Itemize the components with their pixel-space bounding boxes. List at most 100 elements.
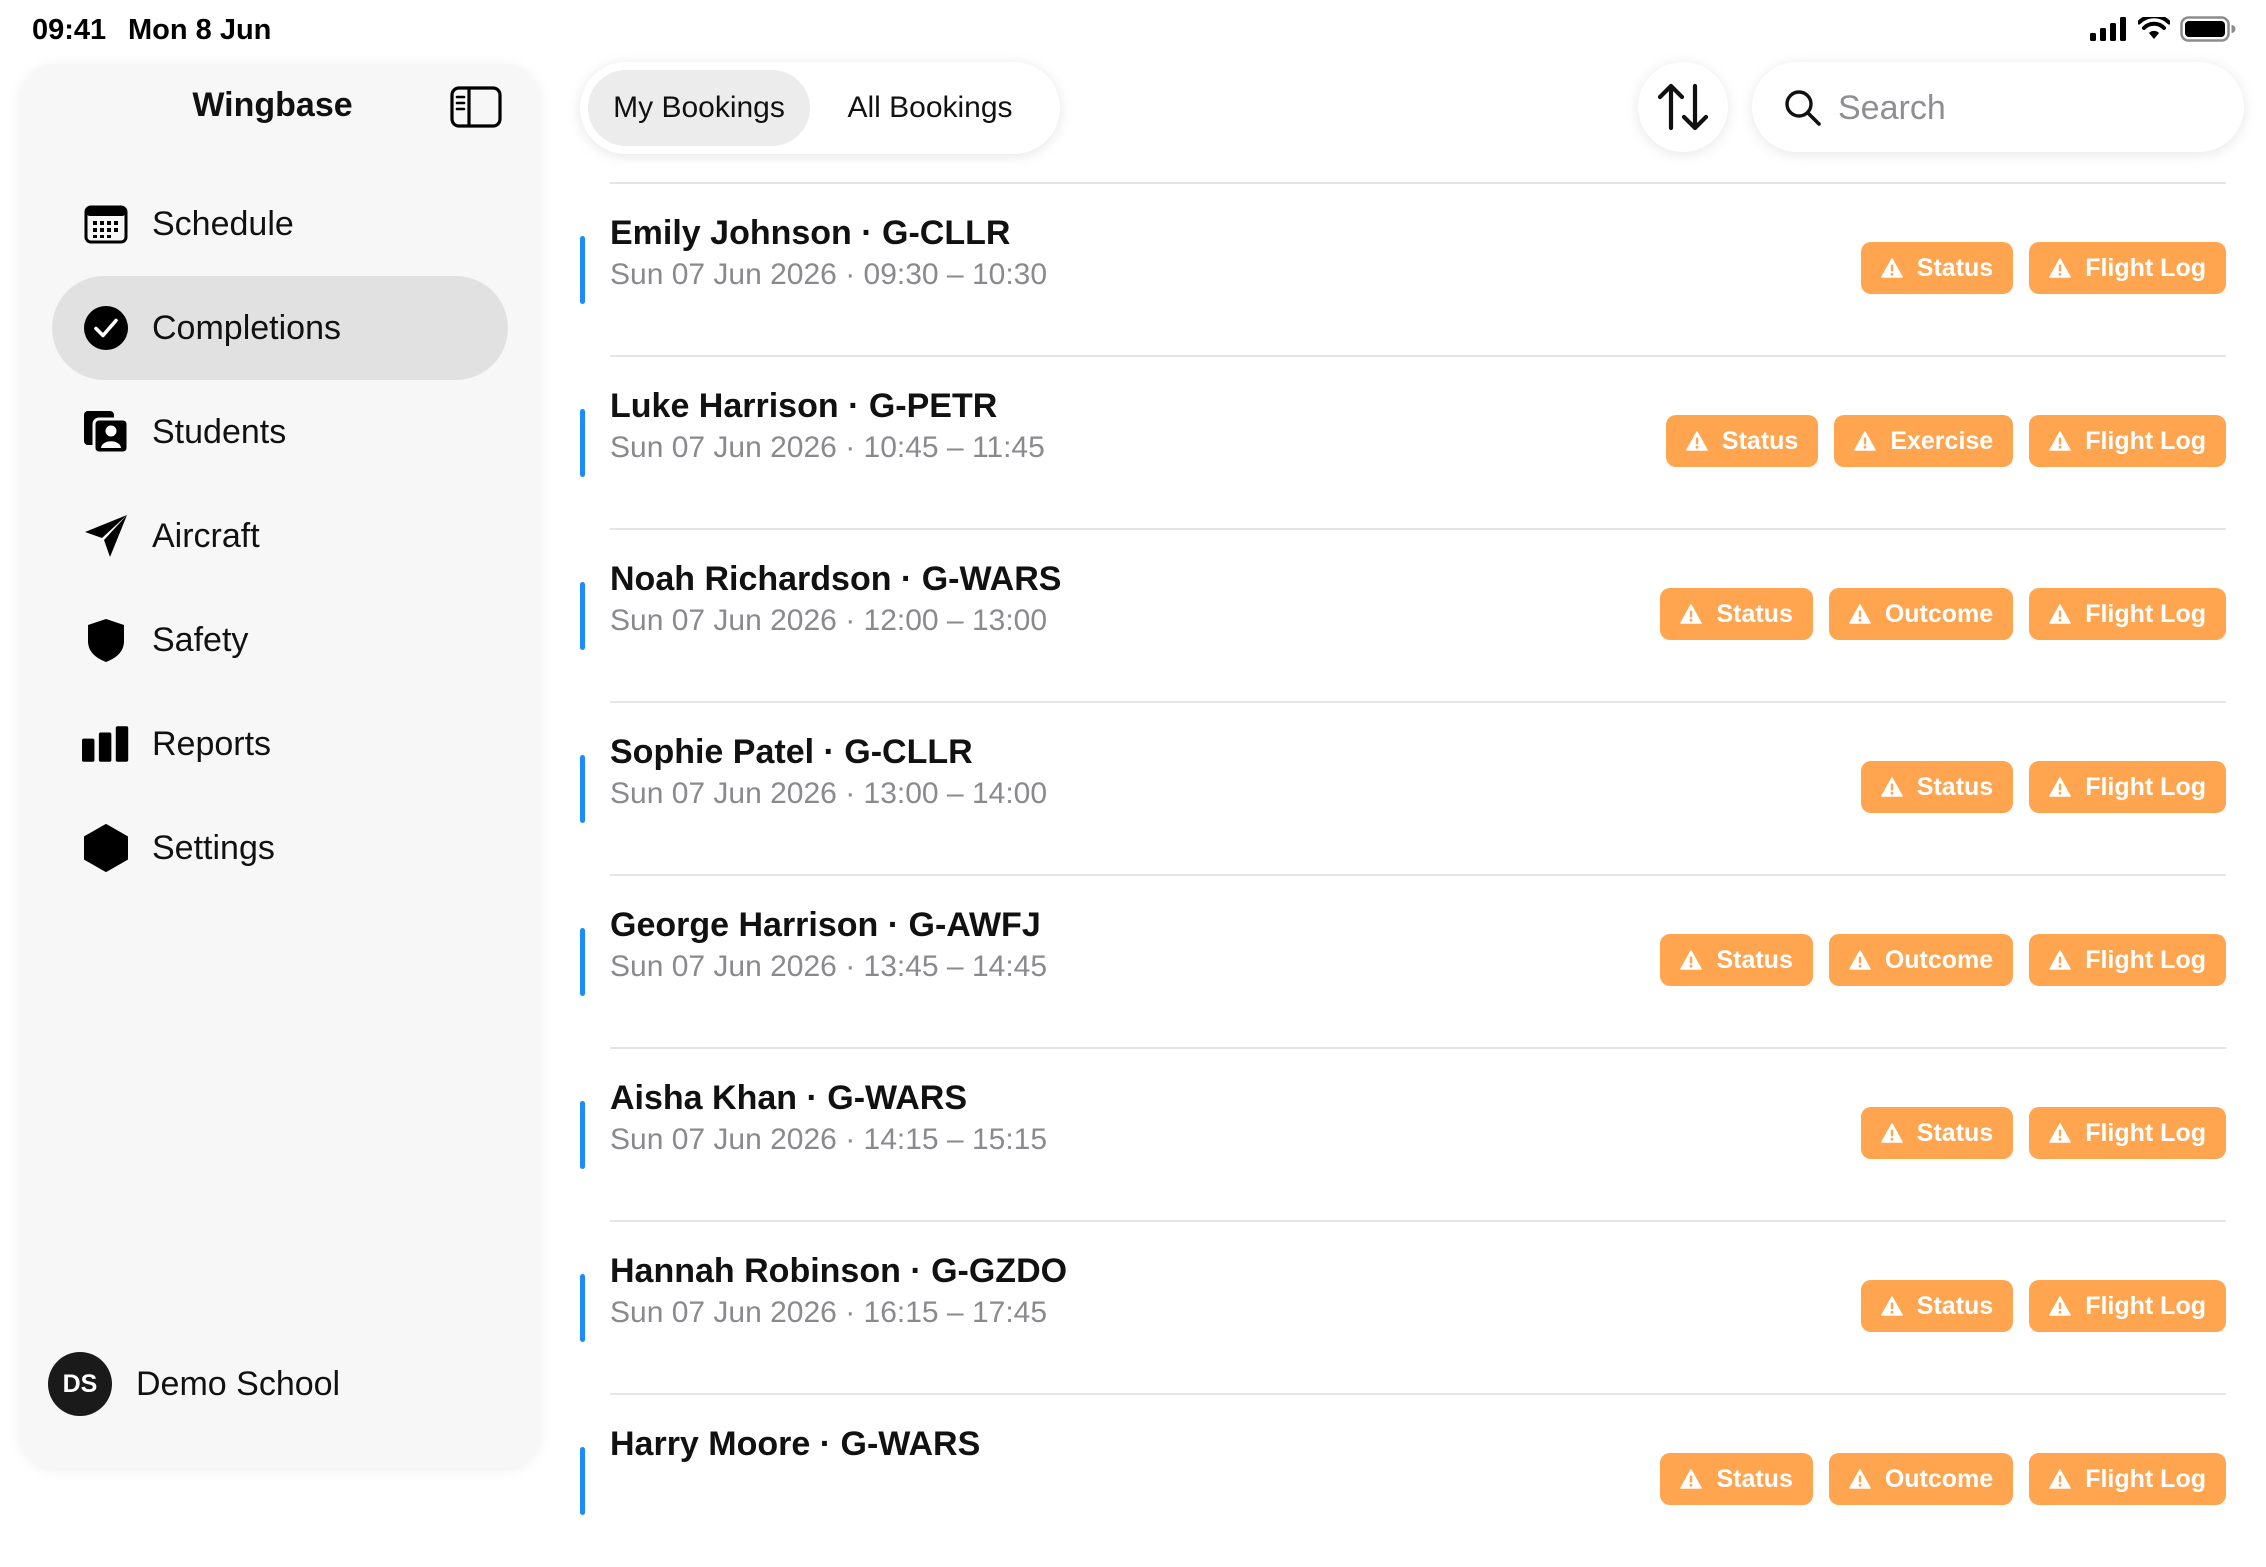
sidebar-item-safety[interactable]: Safety [52,588,508,692]
badge-label: Exercise [1890,426,1994,455]
badge-label: Status [1916,772,1994,801]
booking-subtitle: Sun 07 Jun 2026 · 13:00 – 14:00 [610,777,1048,810]
booking-badges: Status Outcome Flight Log [1660,934,2226,986]
search-icon [1785,90,1821,126]
tab-all-bookings[interactable]: All Bookings [816,70,1044,146]
booking-badges: Status Flight Log [1860,761,2226,813]
warning-badge-outcome[interactable]: Outcome [1828,1453,2014,1505]
sidebar-item-aircraft[interactable]: Aircraft [52,484,508,588]
warning-badge-status[interactable]: Status [1860,1280,2014,1332]
booking-title: Noah Richardson · G-WARS [610,560,1062,598]
badge-label: Flight Log [2085,1464,2206,1493]
sidebar-item-settings[interactable]: Settings [52,796,508,900]
badge-label: Status [1916,1291,1994,1320]
profile-name: Demo School [136,1364,341,1403]
badge-label: Outcome [1884,1464,1994,1493]
warning-badge-outcome[interactable]: Outcome [1828,588,2014,640]
booking-row[interactable]: Aisha Khan · G-WARS Sun 07 Jun 2026 · 14:… [580,1049,2226,1221]
booking-accent-bar [580,928,585,996]
badge-label: Outcome [1884,599,1994,628]
tab-my-bookings[interactable]: My Bookings [588,70,810,146]
badge-label: Flight Log [2085,599,2206,628]
warning-badge-outcome[interactable]: Outcome [1828,934,2014,986]
sidebar-item-schedule[interactable]: Schedule [52,172,508,276]
warning-triangle-icon [2049,431,2071,451]
booking-title: Aisha Khan · G-WARS [610,1079,968,1117]
status-date: Mon 8 Jun [128,14,272,46]
warning-badge-flight-log[interactable]: Flight Log [2029,415,2226,467]
warning-badge-status[interactable]: Status [1860,1107,2014,1159]
booking-title: Hannah Robinson · G-GZDO [610,1252,1068,1290]
paperplane-icon [82,512,130,560]
students-icon [82,408,130,456]
warning-triangle-icon [1849,1469,1871,1489]
sidebar-item-reports[interactable]: Reports [52,692,508,796]
warning-triangle-icon [2049,1469,2071,1489]
warning-badge-status[interactable]: Status [1860,761,2014,813]
booking-title: George Harrison · G-AWFJ [610,906,1041,944]
booking-row[interactable]: Noah Richardson · G-WARS Sun 07 Jun 2026 … [580,530,2226,702]
warning-triangle-icon [1854,431,1877,451]
sidebar-toggle-icon [450,86,502,128]
warning-badge-flight-log[interactable]: Flight Log [2029,1453,2226,1505]
badge-label: Flight Log [2085,253,2206,282]
sort-arrows-icon [1657,83,1709,131]
warning-triangle-icon [2049,950,2071,970]
profile[interactable]: DS Demo School [48,1352,340,1416]
booking-subtitle: Sun 07 Jun 2026 · 16:15 – 17:45 [610,1296,1048,1329]
booking-accent-bar [580,1274,585,1342]
badge-label: Outcome [1884,945,1994,974]
warning-triangle-icon [2049,777,2071,797]
booking-row[interactable]: Luke Harrison · G-PETR Sun 07 Jun 2026 · … [580,357,2226,529]
warning-badge-status[interactable]: Status [1860,242,2014,294]
warning-triangle-icon [2049,1123,2071,1143]
sidebar-item-label: Completions [152,308,341,347]
warning-badge-status[interactable]: Status [1660,1453,1813,1505]
warning-triangle-icon [1686,431,1708,451]
hexagon-icon [82,824,130,872]
warning-triangle-icon [1881,777,1903,797]
warning-badge-status[interactable]: Status [1660,588,1813,640]
warning-triangle-icon [2049,258,2071,278]
booking-row[interactable]: George Harrison · G-AWFJ Sun 07 Jun 2026 … [580,876,2226,1048]
sort-button[interactable] [1638,62,1728,152]
sidebar-item-completions[interactable]: Completions [52,276,508,380]
warning-triangle-icon [2049,604,2071,624]
booking-row[interactable]: Emily Johnson · G-CLLR Sun 07 Jun 2026 · … [580,184,2226,356]
booking-row[interactable]: Sophie Patel · G-CLLR Sun 07 Jun 2026 · 1… [580,703,2226,875]
warning-badge-flight-log[interactable]: Flight Log [2029,1280,2226,1332]
search-bar [1752,62,2244,152]
warning-badge-flight-log[interactable]: Flight Log [2029,934,2226,986]
booking-accent-bar [580,1447,585,1515]
sidebar-item-label: Settings [152,828,275,867]
booking-badges: Status Flight Log [1860,242,2226,294]
warning-triangle-icon [1849,950,1871,970]
warning-triangle-icon [2049,1296,2071,1316]
badge-label: Flight Log [2085,426,2206,455]
booking-subtitle: Sun 07 Jun 2026 · 14:15 – 15:15 [610,1123,1048,1156]
booking-subtitle: Sun 07 Jun 2026 · 13:45 – 14:45 [610,950,1048,983]
warning-badge-flight-log[interactable]: Flight Log [2029,1107,2226,1159]
bar-chart-icon [82,720,130,768]
warning-badge-status[interactable]: Status [1660,934,1813,986]
warning-badge-flight-log[interactable]: Flight Log [2029,588,2226,640]
status-bar: 09:41 Mon 8 Jun [0,0,2266,60]
badge-label: Flight Log [2085,1118,2206,1147]
badge-label: Status [1716,599,1793,628]
booking-row[interactable]: Harry Moore · G-WARS Status Outcome Flight … [580,1395,2226,1567]
warning-badge-flight-log[interactable]: Flight Log [2029,761,2226,813]
sidebar-item-label: Students [152,412,287,451]
warning-badge-exercise[interactable]: Exercise [1834,415,2014,467]
booking-badges: Status Outcome Flight Log [1660,1453,2226,1505]
warning-badge-status[interactable]: Status [1665,415,1819,467]
booking-title: Luke Harrison · G-PETR [610,387,998,425]
warning-triangle-icon [1881,1296,1903,1316]
booking-subtitle: Sun 07 Jun 2026 · 10:45 – 11:45 [610,431,1045,464]
warning-triangle-icon [1881,258,1903,278]
booking-accent-bar [580,582,585,650]
warning-badge-flight-log[interactable]: Flight Log [2029,242,2226,294]
booking-row[interactable]: Hannah Robinson · G-GZDO Sun 07 Jun 2026 … [580,1222,2226,1394]
sidebar-toggle-button[interactable] [450,86,502,128]
sidebar-item-students[interactable]: Students [52,380,508,484]
search-input[interactable] [1836,82,2220,134]
